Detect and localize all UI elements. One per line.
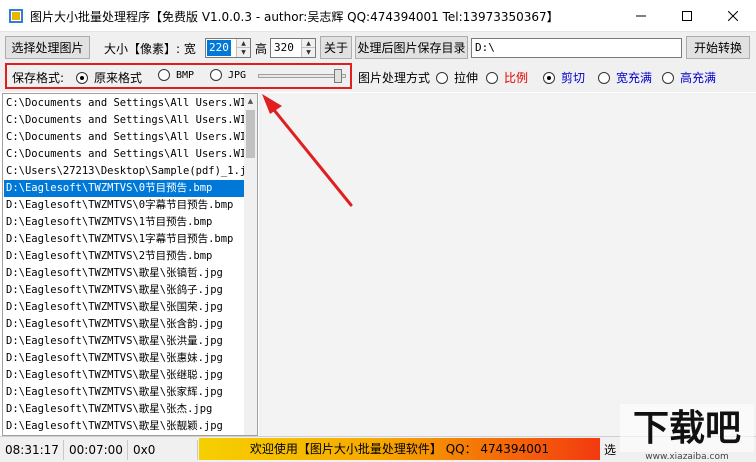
start-convert-button[interactable]: 开始转换 (686, 36, 750, 59)
save-dir-button[interactable]: 处理后图片保存目录 (355, 36, 468, 59)
file-list-item[interactable]: C:\Users\27213\Desktop\Sample(pdf)_1.jpg (4, 163, 244, 180)
minimize-icon (636, 15, 646, 17)
maximize-button[interactable] (664, 0, 710, 32)
file-list-item[interactable]: C:\Documents and Settings\All Users.WINI (4, 129, 244, 146)
file-list-item[interactable]: D:\Eaglesoft\TWZMTVS\歌星\张靓颖.jpg (4, 418, 244, 435)
file-list-item[interactable]: D:\Eaglesoft\TWZMTVS\0节目预告.bmp (4, 180, 244, 197)
save-dir-input[interactable]: D:\ (471, 38, 682, 58)
spin-down-icon[interactable]: ▼ (302, 48, 315, 57)
process-mode-label: 图片处理方式 (358, 71, 431, 85)
file-list-item[interactable]: D:\Eaglesoft\TWZMTVS\歌星\张洪量.jpg (4, 333, 244, 350)
file-list-item[interactable]: C:\Documents and Settings\All Users.WINI (4, 95, 244, 112)
minimize-button[interactable] (618, 0, 664, 32)
mode-fill-width-label: 宽充满 (616, 71, 653, 85)
mode-crop-label: 剪切 (561, 71, 586, 85)
file-list-item[interactable]: D:\Eaglesoft\TWZMTVS\歌星\张杰.jpg (4, 401, 244, 418)
height-spinner-arrows[interactable]: ▲ ▼ (301, 39, 315, 57)
maximize-icon (682, 11, 692, 21)
scrollbar-thumb[interactable] (246, 110, 255, 158)
about-button[interactable]: 关于 (320, 36, 352, 59)
file-list-item[interactable]: D:\Eaglesoft\TWZMTVS\2节目预告.bmp (4, 248, 244, 265)
welcome-banner: 欢迎使用【图片大小批量处理软件】 QQ： 474394001 (199, 438, 600, 460)
file-list[interactable]: ▲ C:\Documents and Settings\All Users.WI… (2, 93, 258, 436)
radio-icon (543, 71, 555, 84)
file-list-item[interactable]: D:\Eaglesoft\TWZMTVS\1字幕节目预告.bmp (4, 231, 244, 248)
annotation-highlight-box (5, 63, 352, 89)
title-bar: 图片大小批量处理程序【免费版 V1.0.0.3 - author:吴志辉 QQ:… (0, 0, 756, 32)
width-spinner-arrows[interactable]: ▲ ▼ (236, 39, 250, 57)
file-list-item[interactable]: C:\Documents and Settings\All Users.WINI (4, 146, 244, 163)
file-list-item[interactable]: D:\Eaglesoft\TWZMTVS\歌星\张惠妹.jpg (4, 350, 244, 367)
svg-text:下载吧: 下载吧 (633, 408, 741, 449)
radio-icon (662, 71, 674, 84)
spin-up-icon[interactable]: ▲ (237, 39, 250, 48)
file-list-item[interactable]: D:\Eaglesoft\TWZMTVS\歌星\张鸽子.jpg (4, 282, 244, 299)
close-button[interactable] (710, 0, 756, 32)
radio-icon (598, 71, 610, 84)
size-label: 大小【像素】: 宽 (104, 42, 196, 56)
file-list-item[interactable]: D:\Eaglesoft\TWZMTVS\歌星\张继聪.jpg (4, 367, 244, 384)
width-value[interactable]: 220 (207, 40, 231, 56)
width-spinner[interactable]: 220 ▲ ▼ (205, 38, 251, 58)
file-list-item[interactable]: D:\Eaglesoft\TWZMTVS\1节目预告.bmp (4, 214, 244, 231)
height-label: 高 (255, 42, 268, 56)
window-title: 图片大小批量处理程序【免费版 V1.0.0.3 - author:吴志辉 QQ:… (30, 10, 559, 24)
file-list-item[interactable]: D:\Eaglesoft\TWZMTVS\歌星\张含韵.jpg (4, 316, 244, 333)
app-icon (9, 9, 23, 23)
mode-ratio-radio[interactable]: 比例 (486, 69, 528, 86)
file-list-item[interactable]: D:\Eaglesoft\TWZMTVS\歌星\张家辉.jpg (4, 384, 244, 401)
height-value[interactable]: 320 (272, 40, 296, 56)
file-list-item[interactable]: D:\Eaglesoft\TWZMTVS\歌星\张国荣.jpg (4, 299, 244, 316)
image-preview-area (262, 93, 756, 436)
spin-up-icon[interactable]: ▲ (302, 39, 315, 48)
select-images-button[interactable]: 选择处理图片 (5, 36, 90, 59)
file-list-item[interactable]: D:\Eaglesoft\TWZMTVS\歌星\张镐哲.jpg (4, 265, 244, 282)
radio-icon (436, 71, 448, 84)
svg-text:www.xiazaiba.com: www.xiazaiba.com (645, 452, 729, 462)
mode-crop-radio[interactable]: 剪切 (543, 69, 585, 86)
scroll-up-icon[interactable]: ▲ (244, 94, 257, 108)
mode-fill-height-label: 高充满 (680, 71, 717, 85)
status-extra: 选 (604, 443, 617, 457)
mode-fill-width-radio[interactable]: 宽充满 (598, 69, 652, 86)
status-time: 08:31:17 (0, 440, 64, 460)
file-list-scrollbar[interactable]: ▲ (244, 94, 257, 435)
radio-icon (486, 71, 498, 84)
spin-down-icon[interactable]: ▼ (237, 48, 250, 57)
height-spinner[interactable]: 320 ▲ ▼ (270, 38, 316, 58)
file-list-item[interactable]: D:\Eaglesoft\TWZMTVS\0字幕节目预告.bmp (4, 197, 244, 214)
mode-stretch-label: 拉伸 (454, 71, 479, 85)
status-count: 0x0 (128, 440, 198, 460)
mode-ratio-label: 比例 (504, 71, 529, 85)
status-elapsed: 00:07:00 (64, 440, 128, 460)
close-icon (728, 11, 738, 21)
mode-stretch-radio[interactable]: 拉伸 (436, 69, 478, 86)
file-list-item[interactable]: C:\Documents and Settings\All Users.WINI (4, 112, 244, 129)
watermark-logo: 下载吧 www.xiazaiba.com (620, 404, 754, 462)
mode-fill-height-radio[interactable]: 高充满 (662, 69, 716, 86)
